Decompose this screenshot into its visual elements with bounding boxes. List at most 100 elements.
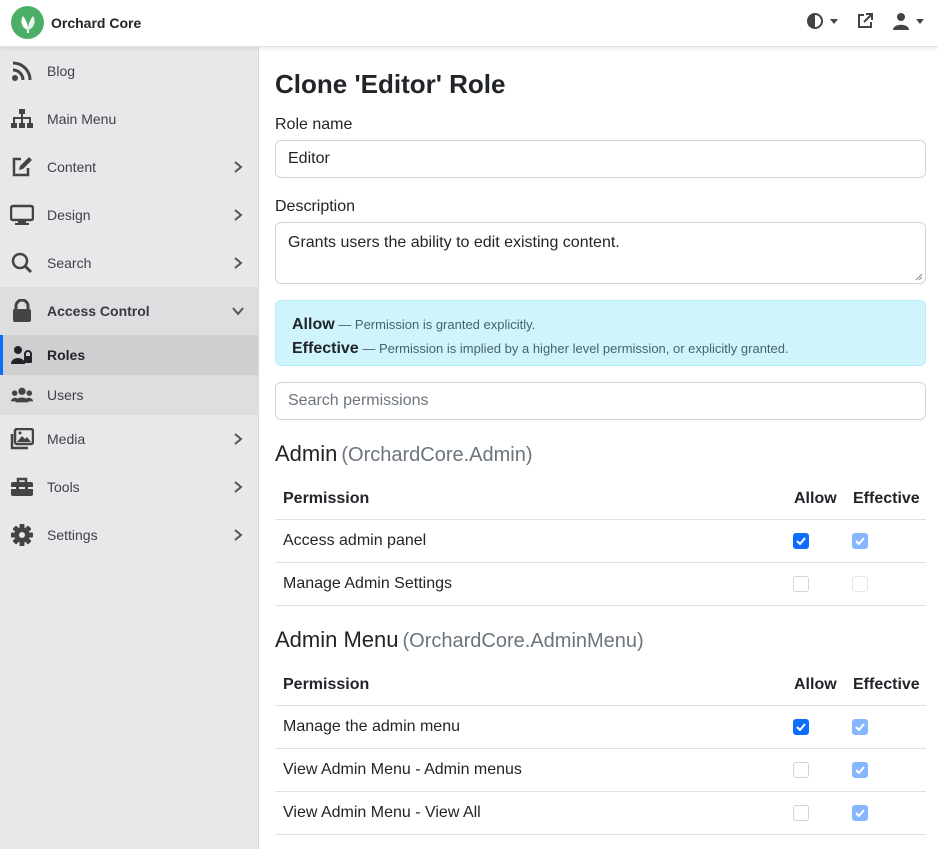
permission-name: Access admin panel — [283, 532, 427, 549]
table-header: Permission Allow Effective — [275, 479, 926, 520]
sidebar-item-label: Blog — [47, 63, 76, 79]
top-navbar: Orchard Core — [0, 0, 938, 47]
sidebar-item-label: Search — [47, 255, 92, 271]
sidebar-item-design[interactable]: Design — [0, 191, 258, 239]
section-namespace: (OrchardCore.Admin) — [341, 444, 533, 466]
sidebar-item-content[interactable]: Content — [0, 143, 258, 191]
sidebar-item-settings[interactable]: Settings — [0, 511, 258, 559]
sidebar-item-label: Settings — [47, 527, 98, 543]
section-title-text: Admin Menu — [275, 627, 399, 652]
header-effective: Effective — [853, 490, 920, 507]
orchard-logo-icon — [11, 6, 44, 39]
section-namespace: (OrchardCore.AdminMenu) — [402, 630, 644, 652]
effective-checkbox — [852, 805, 868, 821]
permission-legend-alert: Allow — Permission is granted explicitly… — [275, 300, 926, 366]
header-effective: Effective — [853, 676, 920, 693]
page-title: Clone 'Editor' Role — [275, 69, 506, 99]
sidebar-item-label: Access Control — [47, 303, 150, 319]
sidebar-item-blog[interactable]: Blog — [0, 47, 258, 95]
sidebar-item-label: Tools — [47, 479, 80, 495]
chevron-down-icon — [830, 18, 838, 24]
brand-link[interactable]: Orchard Core — [11, 6, 141, 39]
legend-allow-term: Allow — [292, 316, 335, 333]
header-permission: Permission — [283, 676, 370, 693]
allow-checkbox[interactable] — [793, 533, 809, 549]
sidebar-item-label: Main Menu — [47, 111, 117, 127]
sidebar-item-label: Design — [47, 207, 91, 223]
user-lock-icon — [11, 344, 33, 366]
sidebar-item-search[interactable]: Search — [0, 239, 258, 287]
chevron-down-icon — [916, 18, 924, 24]
chevron-down-icon — [232, 305, 244, 317]
permission-name: Manage the admin menu — [283, 718, 460, 735]
header-allow: Allow — [794, 676, 837, 693]
section-title-text: Admin — [275, 441, 338, 466]
table-row: Access admin panel — [275, 520, 926, 563]
description-textarea[interactable]: Grants users the ability to edit existin… — [275, 222, 926, 284]
table-header: Permission Allow Effective — [275, 665, 926, 706]
rss-icon — [10, 59, 34, 83]
chevron-right-icon — [232, 161, 244, 173]
contrast-icon — [807, 13, 823, 29]
search-permissions-input[interactable]: Search permissions — [275, 382, 926, 420]
table-row: Manage the admin menu — [275, 706, 926, 749]
header-allow: Allow — [794, 490, 837, 507]
sidebar: Blog Main Menu Content Design Search Acc… — [0, 47, 259, 849]
user-icon — [893, 13, 909, 30]
lock-icon — [10, 299, 34, 323]
allow-checkbox[interactable] — [793, 719, 809, 735]
legend-allow-desc: — Permission is granted explicitly. — [338, 317, 536, 332]
permissions-table-admin: Permission Allow Effective Access admin … — [275, 479, 926, 606]
gear-icon — [10, 523, 34, 547]
brand-title: Orchard Core — [51, 14, 142, 31]
sidebar-item-main-menu[interactable]: Main Menu — [0, 95, 258, 143]
table-row: View Admin Menu - View All — [275, 792, 926, 835]
permissions-table-admin-menu: Permission Allow Effective Manage the ad… — [275, 665, 926, 835]
sidebar-item-label: Media — [47, 431, 86, 447]
allow-checkbox[interactable] — [793, 762, 809, 778]
effective-checkbox — [852, 576, 868, 592]
description-text: Grants users the ability to edit existin… — [288, 234, 620, 251]
sidebar-item-label: Users — [47, 387, 84, 403]
edit-icon — [10, 155, 34, 179]
permission-name: View Admin Menu - Admin menus — [283, 761, 522, 778]
images-icon — [10, 427, 34, 451]
chevron-right-icon — [232, 529, 244, 541]
permission-name: Manage Admin Settings — [283, 575, 452, 592]
allow-checkbox[interactable] — [793, 805, 809, 821]
theme-toggle-button[interactable] — [806, 12, 838, 30]
legend-effective-desc: — Permission is implied by a higher leve… — [362, 341, 789, 356]
sidebar-subitem-users[interactable]: Users — [0, 375, 258, 415]
desktop-icon — [10, 203, 34, 227]
resize-handle-icon[interactable] — [915, 273, 923, 281]
permission-name: View Admin Menu - View All — [283, 804, 481, 821]
sidebar-item-tools[interactable]: Tools — [0, 463, 258, 511]
sidebar-item-media[interactable]: Media — [0, 415, 258, 463]
section-title-admin: Admin (OrchardCore.Admin) — [275, 441, 533, 467]
effective-checkbox — [852, 533, 868, 549]
table-row: View Admin Menu - Admin menus — [275, 749, 926, 792]
role-name-label: Role name — [275, 116, 353, 133]
table-row: Manage Admin Settings — [275, 563, 926, 606]
sidebar-item-label: Roles — [47, 347, 86, 363]
role-name-input[interactable]: Editor — [275, 140, 926, 178]
effective-checkbox — [852, 762, 868, 778]
sitemap-icon — [10, 107, 34, 131]
effective-checkbox — [852, 719, 868, 735]
legend-effective: Effective — Permission is implied by a h… — [292, 337, 909, 361]
sidebar-item-access-control[interactable]: Access Control — [0, 287, 258, 335]
description-label: Description — [275, 198, 356, 215]
chevron-right-icon — [232, 481, 244, 493]
chevron-right-icon — [232, 209, 244, 221]
section-title-admin-menu: Admin Menu (OrchardCore.AdminMenu) — [275, 627, 644, 653]
legend-allow: Allow — Permission is granted explicitly… — [292, 313, 909, 337]
header-permission: Permission — [283, 490, 370, 507]
user-menu-button[interactable] — [892, 12, 924, 30]
visit-site-button[interactable] — [856, 12, 874, 30]
users-icon — [11, 384, 33, 406]
allow-checkbox[interactable] — [793, 576, 809, 592]
sidebar-item-label: Content — [47, 159, 97, 175]
legend-effective-term: Effective — [292, 340, 359, 357]
toolbox-icon — [10, 475, 34, 499]
sidebar-subitem-roles[interactable]: Roles — [0, 335, 258, 375]
